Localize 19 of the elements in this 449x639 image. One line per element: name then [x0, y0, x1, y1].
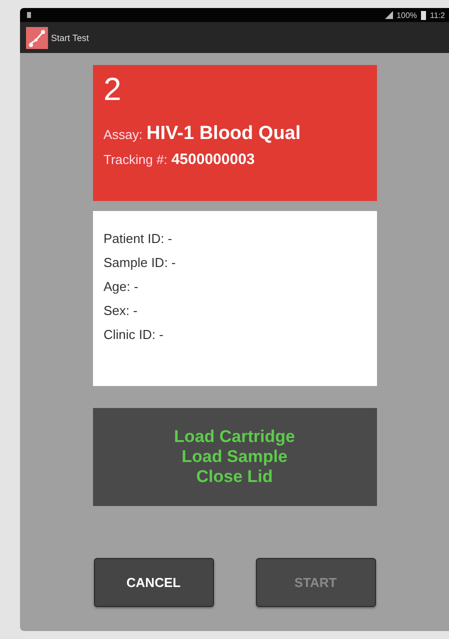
patient-info-line: Age: - [104, 279, 140, 294]
assay-label: Assay: [104, 127, 143, 142]
app-title: Start Test [51, 32, 89, 42]
assay-value: HIV-1 Blood Qual [146, 123, 301, 145]
patient-info-line: Clinic ID: - [104, 327, 164, 342]
clock-time: 11:2 [430, 10, 445, 20]
signal-icon [384, 11, 393, 19]
instruction-text: Close Lid [196, 467, 273, 487]
instruction-text: Load Sample [182, 447, 288, 467]
instruction-text: Load Cartridge [174, 427, 295, 447]
cancel-button[interactable]: CANCEL [94, 558, 214, 607]
patient-info-line: Patient ID: - [104, 231, 174, 246]
test-number: 2 [104, 71, 122, 107]
battery-level: 100% [396, 10, 418, 20]
patient-info-line: Sex: - [104, 303, 138, 318]
tracking-value: 4500000003 [171, 151, 255, 168]
battery-icon [421, 10, 426, 20]
tracking-label: Tracking #: [104, 152, 168, 167]
patient-info-line: Sample ID: - [104, 255, 177, 270]
